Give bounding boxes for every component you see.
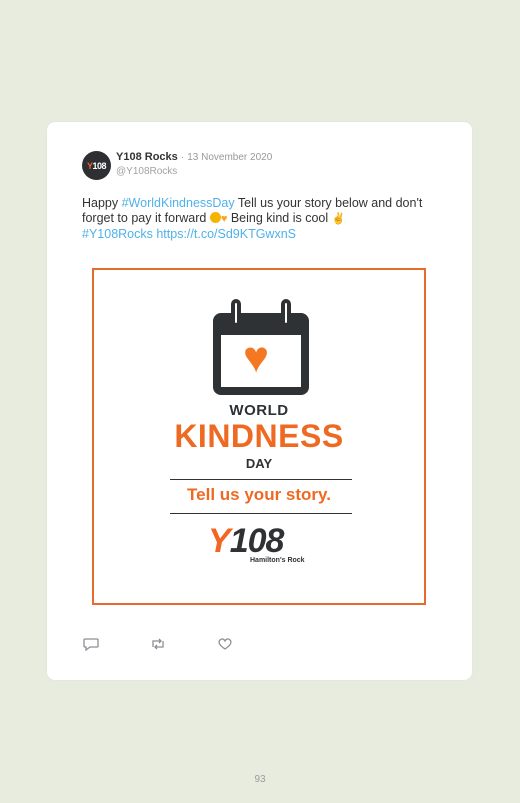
heart-icon: ♥ [243,333,270,382]
separator: · [180,152,185,163]
text-mid2: Being kind is cool [227,211,332,225]
media-line-kindness: KINDNESS [174,418,344,454]
tweet-text: Happy #WorldKindnessDay Tell us your sto… [82,196,427,242]
logo-number: 108 [229,522,285,560]
author-handle[interactable]: @Y108Rocks [116,166,177,177]
tweet-header: Y108 Rocks · 13 November 2020 [116,151,272,163]
like-icon[interactable] [217,637,233,651]
logo-subtitle: Hamilton's Rock [250,557,305,564]
tweet-link[interactable]: https://t.co/Sd9KTGwxnS [156,227,296,241]
wink-emoji-icon [209,212,221,223]
avatar[interactable]: Y108 [82,151,111,180]
hashtag-worldkindnessday[interactable]: #WorldKindnessDay [122,196,235,210]
media-line-world: WORLD [229,402,289,419]
tweet-actions [83,637,243,651]
divider [170,513,352,514]
media-line-day: DAY [245,456,273,471]
hashtag-y108rocks[interactable]: #Y108Rocks [82,227,153,241]
text-prefix: Happy [82,196,122,210]
y108-logo: Y108 [208,522,285,560]
logo-y: Y [208,522,231,560]
rock-hand-emoji-icon: ✌ [331,213,346,225]
tweet-card: Y108 Y108 Rocks · 13 November 2020 @Y108… [47,122,472,680]
media-tagline: Tell us your story. [187,485,331,504]
divider [170,479,352,480]
tweet-date[interactable]: 13 November 2020 [187,152,272,163]
page-number: 93 [254,774,266,785]
tweet-media-image[interactable]: ♥ WORLD KINDNESS DAY Tell us your story.… [92,268,426,605]
reply-icon[interactable] [83,637,99,651]
avatar-label: Y108 [86,160,107,171]
author-name[interactable]: Y108 Rocks [116,151,178,163]
calendar-icon: ♥ [213,299,309,395]
retweet-icon[interactable] [150,637,166,651]
